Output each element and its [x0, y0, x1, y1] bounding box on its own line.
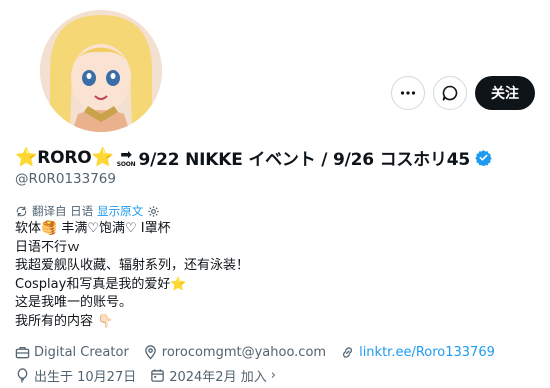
location-text: rorocomgmt@yahoo.com: [161, 345, 327, 360]
bio-line: 这是我唯一的账号。: [15, 295, 133, 311]
translate-icon: [16, 206, 27, 216]
message-button[interactable]: [433, 76, 467, 110]
category-text: Digital Creator: [34, 345, 129, 360]
profile-meta-row-2: 出生于 10月27日 2024年2月 加入 ›: [15, 366, 290, 385]
website-link[interactable]: linktr.ee/Roro133769: [359, 345, 495, 360]
profile-location: rorocomgmt@yahoo.com: [143, 345, 326, 360]
gear-icon[interactable]: [147, 205, 160, 218]
show-original-link[interactable]: 显示原文: [97, 203, 143, 219]
location-pin-icon: [144, 345, 156, 360]
bio-line: 日语不行ｗ: [15, 239, 81, 255]
more-button[interactable]: [391, 76, 425, 110]
briefcase-icon: [15, 346, 30, 359]
profile-birthday: 出生于 10月27日: [15, 366, 136, 385]
avatar[interactable]: [36, 6, 166, 136]
birthday-text: 出生于 10月27日: [34, 370, 137, 385]
soon-arrow: ➡: [120, 146, 132, 163]
profile-website[interactable]: linktr.ee/Roro133769: [340, 345, 495, 360]
profile-meta-row-1: Digital Creator rorocomgmt@yahoo.com lin…: [15, 345, 509, 360]
display-name-tail: 9/22 NIKKE イベント / 9/26 コスホリ45: [138, 150, 471, 170]
translation-notice: 翻译自 日语 显示原文: [15, 203, 160, 219]
balloon-icon: [17, 368, 28, 383]
bio-line: 我所有的内容 👇🏻: [15, 313, 114, 329]
calendar-icon: [151, 369, 164, 382]
star-emoji: ⭐: [91, 147, 114, 168]
bio-line: 我超爱舰队收藏、辐射系列，还有泳装！: [15, 258, 250, 274]
verified-badge-icon[interactable]: [475, 149, 492, 166]
more-icon: [400, 91, 416, 95]
translation-source: 翻译自 日语: [32, 204, 94, 218]
profile-joined[interactable]: 2024年2月 加入 ›: [150, 366, 276, 385]
bio-line: 软体🥞 丰满♡饱满♡ I罩杯: [15, 221, 171, 236]
display-name-text: RORO: [37, 147, 92, 168]
username-handle: @R0R0133769: [15, 171, 116, 187]
follow-button[interactable]: 关注: [475, 76, 535, 110]
profile-actions: 关注: [391, 76, 535, 110]
joined-text: 2024年2月 加入: [169, 370, 267, 385]
avatar-image: [40, 10, 162, 132]
bio-line: Cosplay和写真是我的爱好⭐: [15, 276, 187, 292]
soon-label: SOON: [116, 160, 136, 168]
soon-arrow-emoji: ➡ SOON: [117, 148, 136, 168]
message-bubble-icon: [442, 85, 458, 101]
bio: 软体🥞 丰满♡饱满♡ I罩杯 日语不行ｗ 我超爱舰队收藏、辐射系列，还有泳装！ …: [15, 220, 249, 332]
star-emoji: ⭐: [15, 147, 38, 168]
profile-category: Digital Creator: [15, 345, 129, 360]
joined-chevron-icon: ›: [270, 368, 276, 383]
link-icon: [343, 347, 353, 358]
display-name: ⭐ RORO ⭐ ➡ SOON 9/22 NIKKE イベント / 9/26 コ…: [15, 145, 492, 170]
